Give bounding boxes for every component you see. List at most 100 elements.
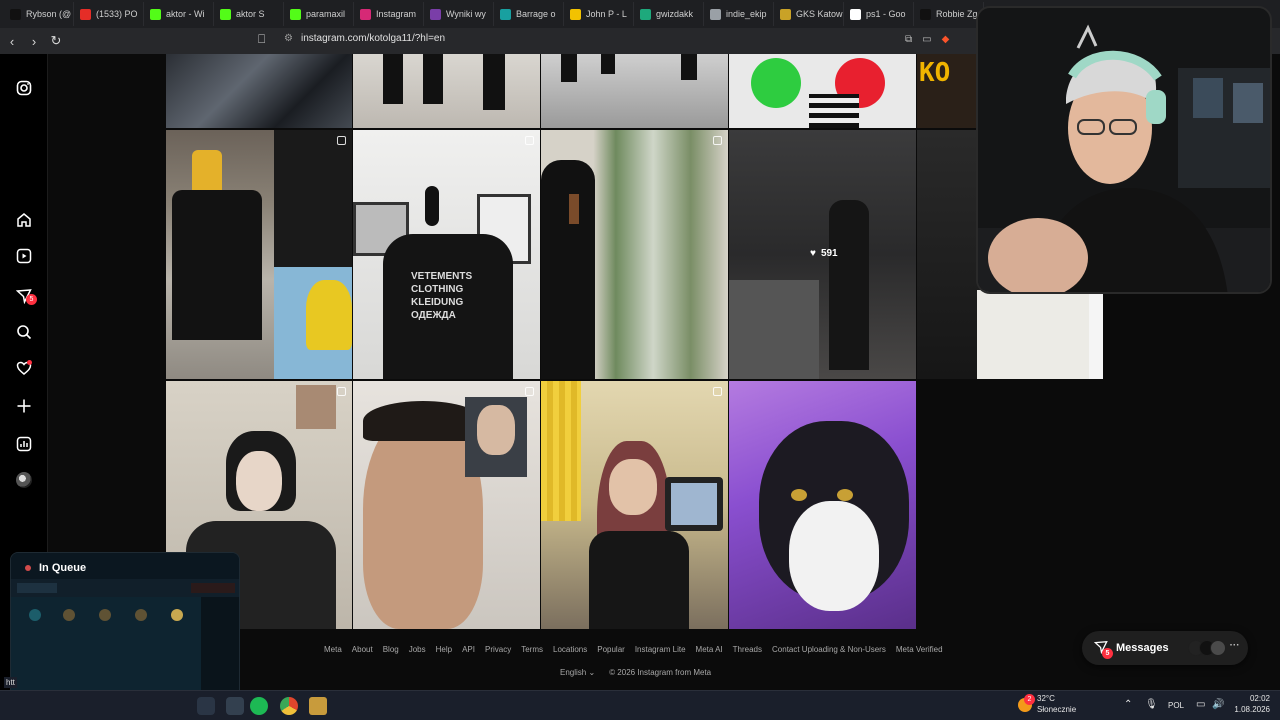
messages-badge: 5 (26, 294, 37, 305)
footer-link[interactable]: Terms (521, 645, 543, 654)
queue-status: In Queue (25, 557, 86, 579)
weather-desc: Słonecznie (1037, 705, 1077, 714)
tab-label: Barrage o (516, 9, 556, 19)
back-icon[interactable]: ‹ (2, 31, 22, 51)
post-tile[interactable] (166, 130, 352, 379)
microphone-icon[interactable]: 🎙 (1145, 699, 1158, 710)
post-tile[interactable] (541, 54, 728, 128)
instagram-logo-icon[interactable] (14, 78, 34, 98)
browser-tab[interactable]: GKS Katow (774, 2, 844, 26)
footer-link[interactable]: Meta (324, 645, 342, 654)
multi-post-icon (337, 136, 346, 145)
tab-label: aktor S (236, 9, 265, 19)
messages-count-badge: 5 (1102, 647, 1113, 659)
browser-tab[interactable]: (1533) PO (74, 2, 144, 26)
url-text: instagram.com/kotolga11/?hl=en (300, 33, 446, 44)
search-icon[interactable] (14, 322, 34, 342)
footer-link[interactable]: Popular (597, 645, 625, 654)
post-tile[interactable]: VETEMENTS CLOTHING KLEIDUNG ОДЕЖДА (353, 130, 540, 379)
browser-tab[interactable]: gwizdakk (634, 2, 704, 26)
footer-link[interactable]: Threads (733, 645, 762, 654)
post-tile[interactable] (541, 130, 728, 379)
home-icon[interactable] (14, 210, 34, 230)
dashboard-icon[interactable] (14, 434, 34, 454)
forward-icon[interactable]: › (24, 31, 44, 51)
browser-tab[interactable]: Instagram (354, 2, 424, 26)
multi-post-icon (525, 136, 534, 145)
footer-link[interactable]: Privacy (485, 645, 511, 654)
spotify-icon[interactable] (250, 697, 268, 715)
profile-avatar[interactable] (14, 470, 34, 490)
footer-link[interactable]: Meta Verified (896, 645, 943, 654)
post-tile[interactable] (729, 381, 916, 629)
post-tile[interactable] (541, 381, 728, 629)
footer-link[interactable]: Contact Uploading & Non-Users (772, 645, 886, 654)
game-client-overlay: In Queue (10, 552, 240, 712)
tray-overflow-icon[interactable]: ⌃ (1124, 699, 1132, 710)
tab-label: gwizdakk (656, 9, 694, 19)
cast-icon[interactable]: ▭ (922, 34, 931, 45)
footer-link[interactable]: API (462, 645, 475, 654)
messages-avatars: ··· (1187, 640, 1240, 656)
likes-count: 591 (820, 248, 838, 259)
translate-icon[interactable]: ⧉ (905, 34, 912, 45)
post-tile[interactable] (353, 54, 540, 128)
brave-shield-icon[interactable]: ◆ (942, 34, 950, 45)
browser-tab[interactable]: paramaxil (284, 2, 354, 26)
post-tile[interactable] (729, 54, 916, 128)
tab-label: Instagram (376, 9, 417, 19)
messenger-icon[interactable]: 5 (14, 286, 37, 306)
more-icon: ··· (1229, 640, 1240, 651)
create-plus-icon[interactable] (14, 396, 34, 416)
browser-tab[interactable]: Robbie Zg (914, 2, 984, 26)
browser-tab[interactable]: ps1 - Goo (844, 2, 914, 26)
weather-icon[interactable]: 2 (1018, 694, 1035, 712)
volume-icon[interactable]: 🔊 (1212, 699, 1224, 710)
address-actions: ⧉ ▭ ◆ (905, 34, 949, 45)
post-tile[interactable] (353, 381, 540, 629)
network-icon[interactable]: ▭ (1196, 699, 1205, 710)
messages-label: Messages (1116, 642, 1169, 654)
instagram-icon (360, 8, 371, 20)
browser-tab[interactable]: aktor S (214, 2, 284, 26)
league-client-icon[interactable] (309, 697, 327, 715)
tab-label: John P - L (586, 9, 627, 19)
hover-likes-overlay: ♥ 591 (810, 248, 838, 259)
input-language[interactable]: POL (1168, 701, 1184, 710)
chrome-icon[interactable] (280, 697, 298, 715)
footer-link[interactable]: Locations (553, 645, 587, 654)
messages-button[interactable]: 5 Messages ··· (1082, 631, 1248, 665)
footer-link[interactable]: Instagram Lite (635, 645, 686, 654)
browser-tab[interactable]: John P - L (564, 2, 634, 26)
post-tile[interactable]: KO (917, 54, 977, 128)
bookmark-icon[interactable]: ⎕ (258, 32, 265, 47)
taskbar-app-icon[interactable] (197, 697, 215, 715)
browser-tab[interactable]: Barrage o (494, 2, 564, 26)
footer-link[interactable]: About (352, 645, 373, 654)
site-info-icon[interactable]: ⚙ (284, 33, 293, 44)
browser-tab[interactable]: indie_ekip (704, 2, 774, 26)
clock-time[interactable]: 02:02 (1234, 694, 1270, 703)
taskbar-app-icon[interactable] (226, 697, 244, 715)
tiktok-icon (920, 8, 931, 20)
kick-icon (290, 8, 301, 20)
browser-tab[interactable]: aktor - Wi (144, 2, 214, 26)
notification-dot (27, 360, 32, 365)
notifications-heart-icon[interactable] (14, 358, 34, 378)
url-field[interactable]: ⚙ instagram.com/kotolga11/?hl=en (284, 33, 445, 44)
browser-tab[interactable]: Wyniki wy (424, 2, 494, 26)
footer-link[interactable]: Help (436, 645, 452, 654)
google-icon (850, 8, 861, 20)
screen: Rybson (@ (1533) PO aktor - Wi aktor S param… (0, 0, 1280, 720)
footer-link[interactable]: Blog (383, 645, 399, 654)
footer-link[interactable]: Jobs (409, 645, 426, 654)
multi-post-icon (713, 387, 722, 396)
clock-date[interactable]: 1.08.2026 (1230, 705, 1270, 714)
post-tile[interactable] (166, 54, 352, 128)
language-select[interactable]: English ⌄ (560, 668, 595, 677)
tab-label: aktor - Wi (166, 9, 205, 19)
reels-icon[interactable] (14, 246, 34, 266)
reload-icon[interactable]: ↻ (46, 31, 66, 51)
browser-tab[interactable]: Rybson (@ (4, 2, 74, 26)
footer-link[interactable]: Meta AI (696, 645, 723, 654)
